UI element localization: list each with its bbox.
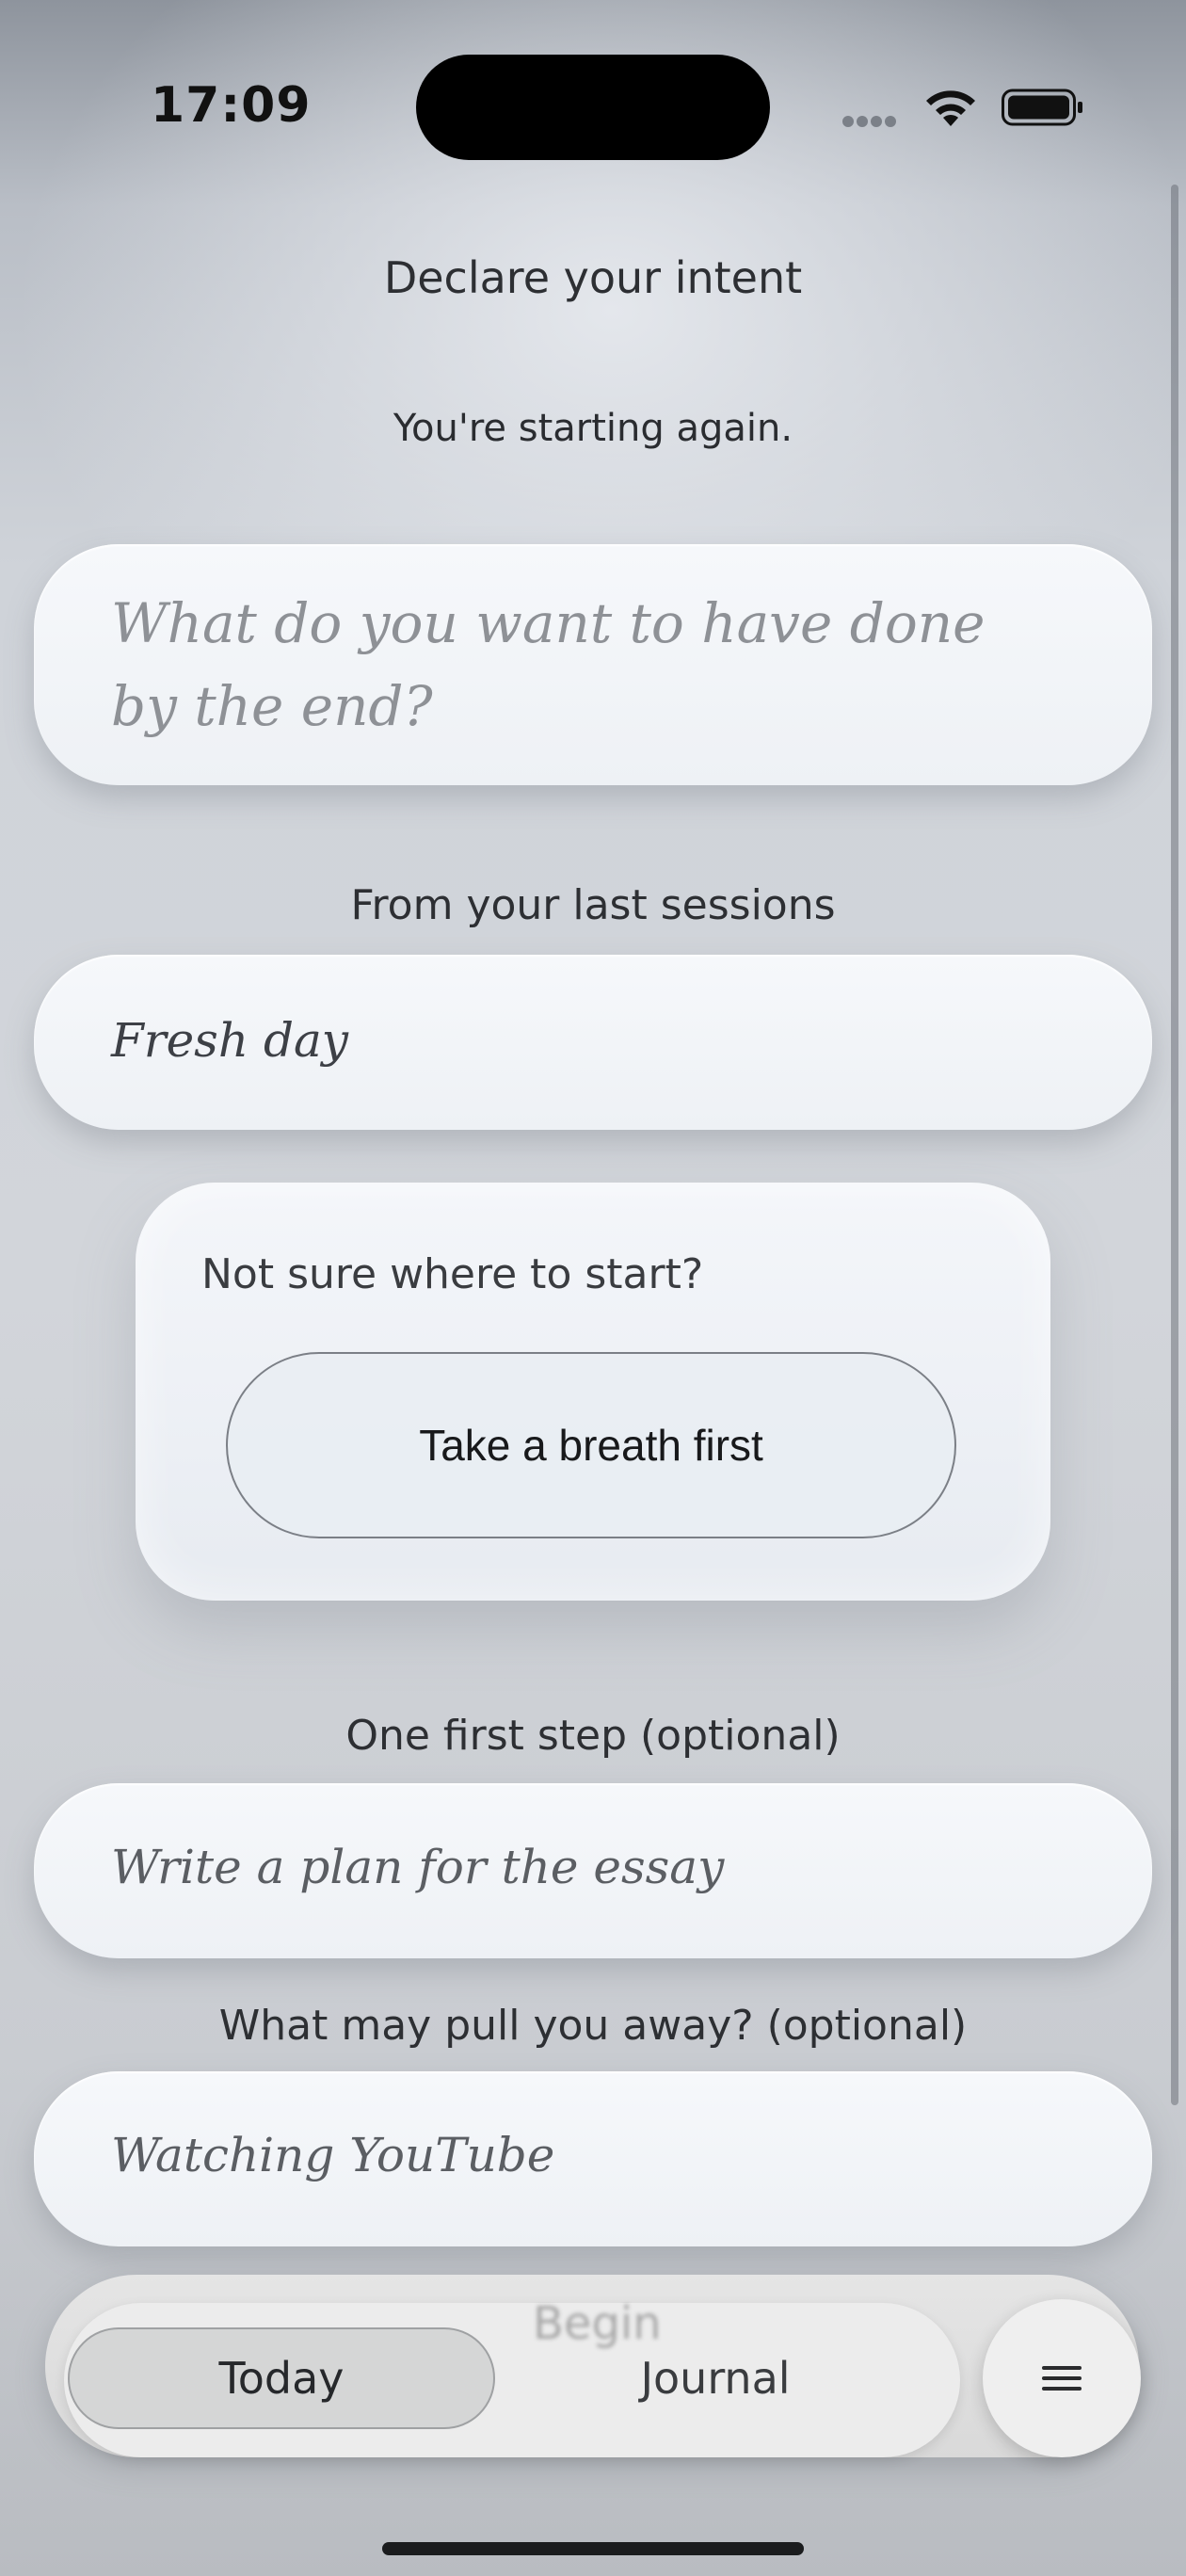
first-step-placeholder: Write a plan for the essay	[111, 1840, 725, 1894]
distractions-label: What may pull you away? (optional)	[218, 2002, 968, 2050]
signal-strength-icon	[842, 113, 905, 127]
dynamic-island	[416, 55, 770, 160]
start-help-card: Not sure where to start? Take a breath f…	[136, 1183, 1050, 1601]
hamburger-menu-icon	[1042, 2366, 1082, 2391]
battery-icon	[1002, 89, 1082, 126]
first-step-label: One first step (optional)	[345, 1712, 841, 1760]
start-help-prompt: Not sure where to start?	[201, 1250, 704, 1298]
tab-journal[interactable]: Journal	[602, 2327, 828, 2429]
last-session-item[interactable]: Fresh day	[34, 955, 1152, 1130]
status-time: 17:09	[151, 77, 312, 134]
tab-today[interactable]: Today	[68, 2327, 495, 2429]
last-session-value: Fresh day	[111, 1013, 349, 1068]
home-indicator[interactable]	[382, 2542, 804, 2555]
distractions-input[interactable]: Watching YouTube	[34, 2071, 1152, 2246]
menu-button[interactable]	[983, 2299, 1141, 2457]
intent-input[interactable]: What do you want to have done by the end…	[34, 544, 1152, 785]
last-sessions-label: From your last sessions	[350, 881, 836, 929]
wifi-icon	[926, 90, 975, 126]
distractions-placeholder: Watching YouTube	[111, 2128, 555, 2182]
take-breath-button[interactable]: Take a breath first	[226, 1352, 956, 1538]
first-step-input[interactable]: Write a plan for the essay	[34, 1783, 1152, 1958]
page-subtitle: You're starting again.	[393, 407, 793, 450]
scrollbar[interactable]	[1171, 185, 1178, 2105]
page-title: Declare your intent	[383, 252, 803, 303]
intent-placeholder: What do you want to have done by the end…	[111, 591, 986, 738]
